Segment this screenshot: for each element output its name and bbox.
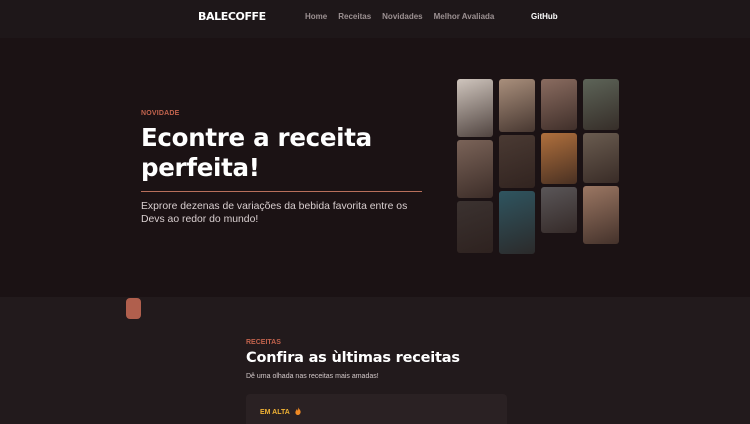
espresso-machine-photo bbox=[541, 79, 577, 130]
nav-link-novidades[interactable]: Novidades bbox=[382, 12, 422, 21]
fire-icon bbox=[294, 407, 301, 415]
hero-subtitle: Exprore dezenas de variações da bebida f… bbox=[141, 201, 408, 225]
recipes-section: RECEITAS Confira as ùltimas receitas Dê … bbox=[0, 297, 750, 424]
hero-section: NOVIDADE Econtre a receita perfeita! Exp… bbox=[0, 38, 750, 297]
github-link[interactable]: GitHub bbox=[531, 12, 558, 21]
top-navbar: BALECOFFE Home Receitas Novidades Melhor… bbox=[0, 0, 750, 38]
laptop-coffee-photo bbox=[499, 191, 535, 254]
scroll-pill[interactable] bbox=[126, 298, 141, 319]
iced-coffee-photo bbox=[541, 133, 577, 184]
section-title: Confira as ùltimas receitas bbox=[246, 350, 460, 366]
coffee-beans-photo bbox=[457, 140, 493, 198]
man-with-coffee-photo bbox=[583, 79, 619, 130]
section-subtitle: Dê uma olhada nas receitas mais amadas! bbox=[246, 373, 379, 380]
hero-eyebrow: NOVIDADE bbox=[141, 110, 180, 117]
hero-title: Econtre a receita perfeita! bbox=[141, 123, 372, 182]
nav-links: Home Receitas Novidades Melhor Avaliada bbox=[305, 12, 494, 21]
coffee-shop-photo bbox=[583, 133, 619, 183]
drinks-table-photo bbox=[541, 187, 577, 233]
trending-badge-label: EM ALTA bbox=[260, 409, 290, 416]
barista-pouring-photo bbox=[457, 201, 493, 253]
section-eyebrow: RECEITAS bbox=[246, 339, 281, 346]
nav-link-home[interactable]: Home bbox=[305, 12, 327, 21]
cafe-people-photo bbox=[499, 135, 535, 188]
trending-badge: EM ALTA bbox=[260, 407, 301, 416]
pour-over-photo bbox=[457, 79, 493, 137]
hero-divider bbox=[141, 191, 422, 192]
nav-link-receitas[interactable]: Receitas bbox=[338, 12, 371, 21]
woman-drinking-photo bbox=[583, 186, 619, 244]
photo-gallery bbox=[457, 79, 620, 255]
nav-link-melhor-avaliada[interactable]: Melhor Avaliada bbox=[434, 12, 495, 21]
trending-card[interactable]: EM ALTA bbox=[246, 394, 507, 424]
latte-art-cup-photo bbox=[499, 79, 535, 132]
brand-logo[interactable]: BALECOFFE bbox=[198, 10, 266, 23]
